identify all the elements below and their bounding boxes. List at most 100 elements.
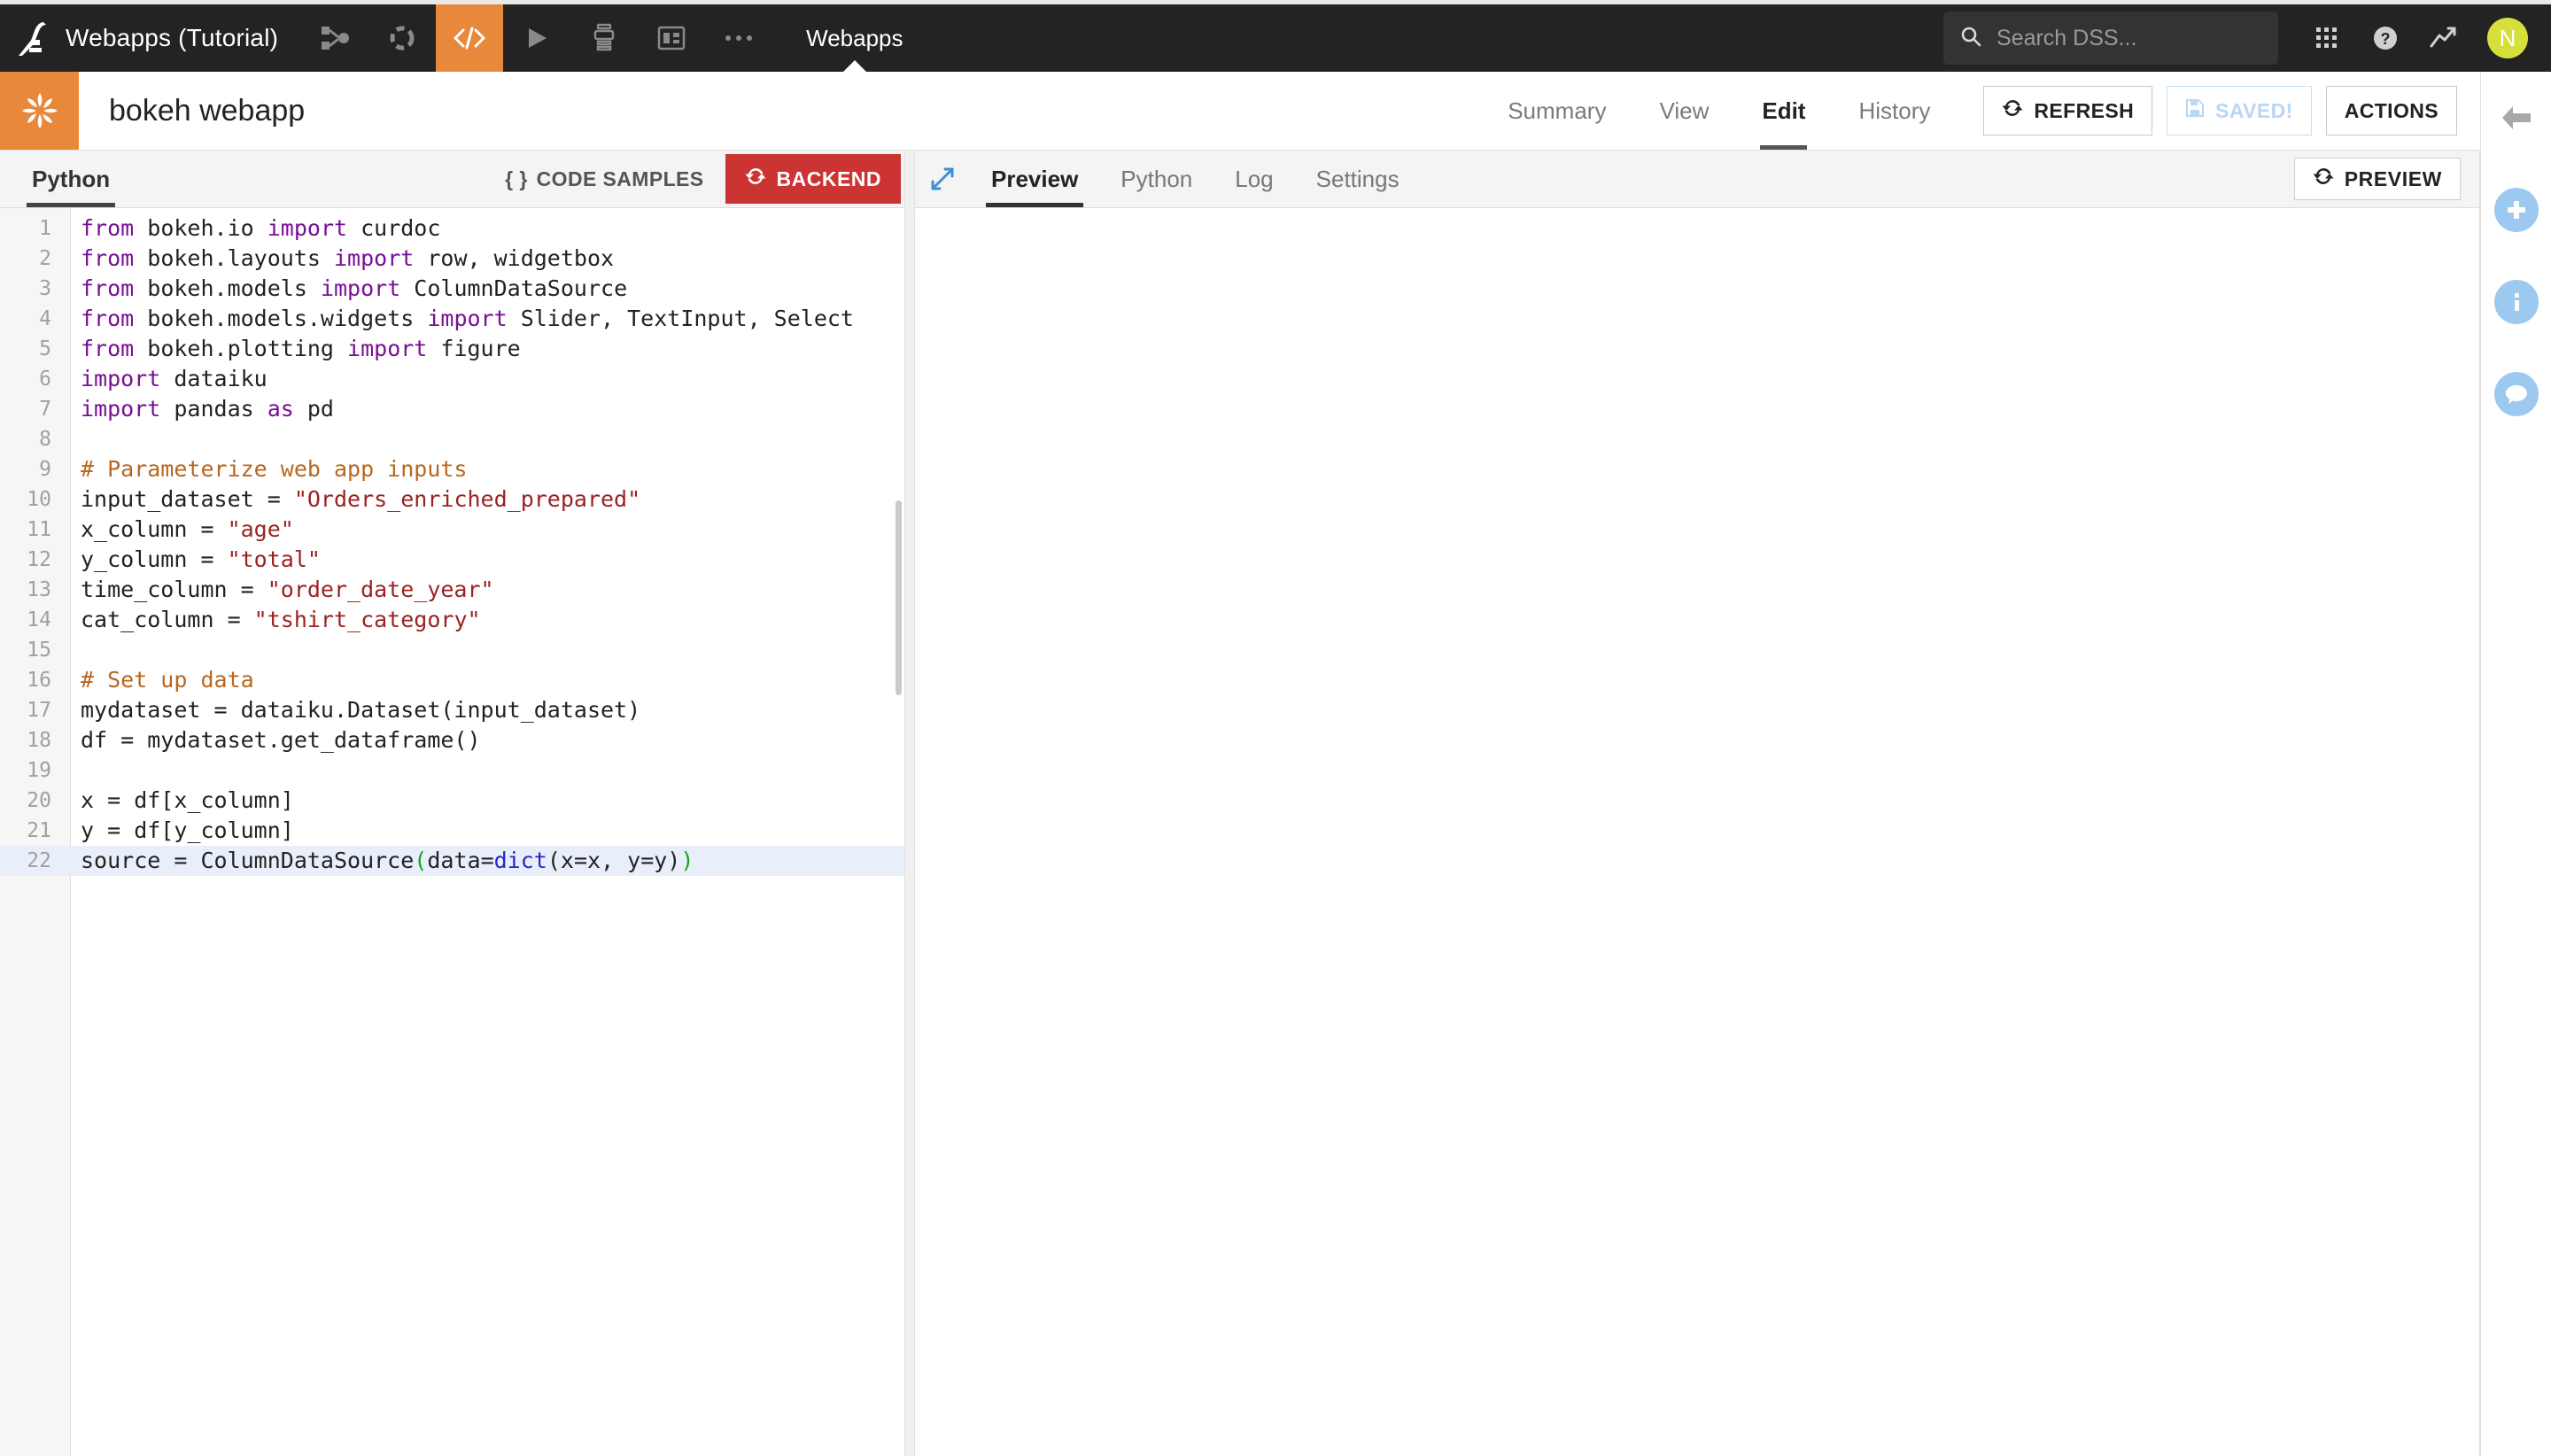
code-line[interactable]: 4 from bokeh.models.widgets import Slider… (0, 304, 904, 334)
tab-edit[interactable]: Edit (1735, 72, 1832, 150)
webapp-preview-frame[interactable] (915, 208, 2480, 1456)
add-icon-circle (2493, 188, 2539, 232)
code-line[interactable]: 1 from bokeh.io import curdoc (0, 213, 904, 244)
project-name-label[interactable]: Webapps (Tutorial) (66, 4, 301, 72)
editor-toolbar: Python { } CODE SAMPLES BACKEND (0, 151, 904, 208)
line-number: 19 (27, 759, 51, 782)
webapp-action-buttons: REFRESH SAVED! ACTIONS (1957, 72, 2480, 150)
active-section-caret (842, 60, 866, 72)
apps-grid-icon[interactable] (2298, 9, 2356, 67)
more-icon[interactable] (705, 4, 772, 72)
line-number: 15 (27, 639, 51, 662)
code-line[interactable]: 15 (0, 635, 904, 665)
code-line[interactable]: 2 from bokeh.layouts import row, widgetbo… (0, 244, 904, 274)
saved-button[interactable]: SAVED! (2167, 86, 2312, 136)
navbar-section-label: Webapps (806, 24, 903, 51)
refresh-button[interactable]: REFRESH (1983, 86, 2153, 136)
preview-toolbar-spacer (1421, 151, 2294, 207)
code-line[interactable]: 12 y_column = "total" (0, 545, 904, 575)
code-line[interactable]: 3 from bokeh.models import ColumnDataSour… (0, 274, 904, 304)
tab-summary-label: Summary (1508, 97, 1607, 124)
code-line-text: y = df[y_column] (81, 817, 294, 843)
flow-icon[interactable] (301, 4, 368, 72)
code-line[interactable]: 10 input_dataset = "Orders_enriched_prepa… (0, 484, 904, 515)
editor-vertical-scrollbar[interactable] (896, 500, 902, 695)
code-line-text: x_column = "age" (81, 516, 294, 542)
code-line-text: y_column = "total" (81, 546, 321, 572)
preview-refresh-button[interactable]: PREVIEW (2293, 158, 2461, 200)
code-line[interactable]: 8 (0, 424, 904, 454)
tab-edit-label: Edit (1762, 97, 1806, 124)
tab-view[interactable]: View (1632, 72, 1735, 150)
line-number: 1 (39, 217, 51, 240)
save-disk-icon (2185, 98, 2205, 123)
preview-toolbar: Preview Python Log Settings PREVIEW (915, 151, 2480, 208)
dataiku-bird-logo[interactable] (0, 4, 66, 72)
code-line[interactable]: 21 y = df[y_column] (0, 816, 904, 846)
expand-arrows-icon[interactable] (915, 151, 970, 207)
code-line[interactable]: 11 x_column = "age" (0, 515, 904, 545)
code-samples-button[interactable]: { } CODE SAMPLES (484, 151, 725, 207)
code-line[interactable]: 7 import pandas as pd (0, 394, 904, 424)
code-line[interactable]: 9 # Parameterize web app inputs (0, 454, 904, 484)
discussions-icon[interactable] (2481, 359, 2551, 430)
tab-settings[interactable]: Settings (1295, 151, 1421, 207)
info-icon[interactable] (2481, 267, 2551, 337)
line-number: 2 (39, 247, 51, 270)
tab-python-editor[interactable]: Python (0, 151, 142, 207)
code-area[interactable]: 1 from bokeh.io import curdoc 2 from bokeh.… (0, 208, 904, 1456)
tab-preview[interactable]: Preview (970, 151, 1099, 207)
line-number: 18 (27, 729, 51, 752)
code-lines[interactable]: 1 from bokeh.io import curdoc 2 from bokeh.… (0, 208, 904, 1456)
search-icon (1959, 25, 1982, 52)
jobs-icon[interactable] (570, 4, 638, 72)
line-number: 3 (39, 277, 51, 300)
user-avatar[interactable]: N (2487, 18, 2528, 58)
actions-button-label: ACTIONS (2344, 98, 2439, 122)
navbar-right-group: Search DSS... ? N (1943, 4, 2551, 72)
tab-history[interactable]: History (1832, 72, 1957, 150)
code-line[interactable]: 5 from bokeh.plotting import figure (0, 334, 904, 364)
code-line-text: import dataiku (81, 366, 268, 391)
collapse-arrow-icon[interactable] (2481, 82, 2551, 153)
tab-python-preview-label: Python (1120, 165, 1193, 192)
line-number: 21 (27, 819, 51, 842)
code-line[interactable]: 13 time_column = "order_date_year" (0, 575, 904, 605)
header-spacer (305, 72, 1481, 150)
activity-icon[interactable] (2415, 9, 2473, 67)
code-line[interactable]: 17 mydataset = dataiku.Dataset(input_data… (0, 695, 904, 725)
webapp-header: bokeh webapp Summary View Edit History R… (0, 72, 2551, 151)
code-line[interactable]: 14 cat_column = "tshirt_category" (0, 605, 904, 635)
tab-view-label: View (1659, 97, 1710, 124)
line-number: 9 (39, 458, 51, 481)
code-icon[interactable] (436, 4, 504, 72)
dashboard-icon[interactable] (638, 4, 705, 72)
code-line[interactable]: 16 # Set up data (0, 665, 904, 695)
code-line[interactable]: 6 import dataiku (0, 364, 904, 394)
add-icon[interactable] (2481, 174, 2551, 245)
navbar-section-webapps[interactable]: Webapps (783, 4, 926, 72)
help-icon[interactable]: ? (2356, 9, 2415, 67)
saved-button-label: SAVED! (2215, 98, 2293, 122)
line-number: 6 (39, 368, 51, 391)
actions-button[interactable]: ACTIONS (2325, 86, 2457, 136)
tab-preview-label: Preview (991, 165, 1079, 192)
line-number: 11 (27, 518, 51, 541)
search-input[interactable]: Search DSS... (1943, 12, 2278, 65)
line-number: 13 (27, 578, 51, 601)
run-icon[interactable] (503, 4, 570, 72)
line-number: 7 (39, 398, 51, 421)
code-line[interactable]: 18 df = mydataset.get_dataframe() (0, 725, 904, 755)
backend-button[interactable]: BACKEND (725, 154, 901, 204)
code-line[interactable]: 19 (0, 755, 904, 786)
pane-splitter-handle[interactable] (904, 151, 915, 1456)
refresh-icon (2313, 166, 2334, 192)
tab-summary[interactable]: Summary (1481, 72, 1632, 150)
lab-icon[interactable] (368, 4, 436, 72)
tab-log[interactable]: Log (1213, 151, 1294, 207)
refresh-button-label: REFRESH (2034, 98, 2135, 122)
code-line[interactable]: 22 source = ColumnDataSource(data=dict(x=… (0, 846, 904, 876)
code-line-text: x = df[x_column] (81, 787, 294, 813)
tab-python-preview[interactable]: Python (1099, 151, 1213, 207)
code-line[interactable]: 20 x = df[x_column] (0, 786, 904, 816)
